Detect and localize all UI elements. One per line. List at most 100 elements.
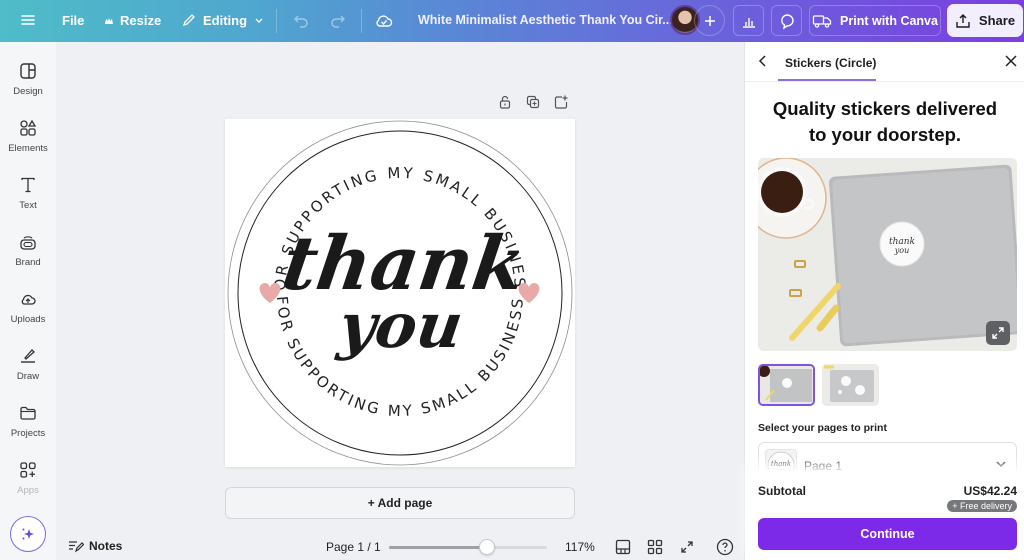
redo-button[interactable] [329,12,347,30]
page-indicator[interactable]: Page 1 / 1 [326,540,381,554]
thank-you-sticker: FOR SUPPORTING MY SMALL BUSINESS FOR SUP… [219,105,573,466]
invite-button[interactable] [694,5,725,36]
shapes-icon [20,119,37,136]
fullscreen-button[interactable] [678,538,696,556]
sidebar-item-uploads[interactable]: Uploads [0,290,56,325]
main-menu-button[interactable] [20,12,36,28]
sidebar-item-label: Apps [17,485,39,496]
text-icon [21,177,35,193]
resize-button[interactable]: Resize [104,13,161,28]
subtotal-label: Subtotal [758,484,806,498]
zoom-slider[interactable] [389,539,547,555]
add-page-button[interactable]: + Add page [225,487,575,519]
back-chevron-icon[interactable] [757,54,769,68]
design-title[interactable]: White Minimalist Aesthetic Thank You Cir… [418,13,673,27]
left-sidebar: Design Elements Text Brand Uploads Draw … [0,42,56,560]
print-panel: Stickers (Circle) Quality stickers deliv… [744,42,1024,560]
file-label: File [62,13,85,28]
print-with-canva-button[interactable]: Print with Canva [809,5,941,36]
sidebar-item-apps[interactable]: Apps [0,461,56,496]
expand-icon [992,327,1004,339]
redo-icon [331,15,345,28]
upload-share-icon [956,13,970,28]
sidebar-item-projects[interactable]: Projects [0,404,56,439]
zoom-level[interactable]: 117% [565,540,595,554]
free-delivery-badge: + Free delivery [947,500,1017,512]
svg-text:you: you [894,246,910,255]
expand-image-button[interactable] [986,321,1010,345]
layout-icon [20,63,36,79]
headline-line-1: Quality stickers delivered [772,98,998,119]
grid-icon [647,539,663,555]
headline-line-2: to your doorstep. [808,124,962,145]
zoom-slider-fill [389,546,487,549]
brand-icon [20,236,36,250]
notes-button[interactable]: Notes [68,539,122,553]
file-menu-button[interactable]: File [62,13,84,28]
notes-label: Notes [89,539,123,553]
close-icon[interactable] [1004,54,1018,68]
tab-stickers-circle[interactable]: Stickers (Circle) [785,56,876,70]
sidebar-item-label: Brand [15,257,41,268]
divider [361,9,362,33]
grid-view-button[interactable] [646,538,664,556]
preview-thumbnail-2[interactable] [822,364,879,406]
crown-icon [105,17,113,24]
expand-icon [681,541,693,553]
editing-mode-dropdown[interactable]: Editing [181,12,265,28]
share-button[interactable]: Share [947,4,1023,37]
share-label: Share [978,13,1016,28]
sidebar-item-label: Text [19,200,37,211]
cloud-upload-icon [21,294,36,305]
add-page-icon[interactable] [554,95,568,109]
bar-chart-icon [742,17,755,28]
duplicate-page-icon[interactable] [526,95,540,109]
truck-icon [812,14,832,28]
help-icon [716,538,734,556]
preview-thumbnail-1[interactable] [758,364,815,406]
design-page[interactable]: FOR SUPPORTING MY SMALL BUSINESS FOR SUP… [219,105,575,467]
sidebar-item-label: Design [13,86,43,97]
undo-button[interactable] [292,12,310,30]
sidebar-item-elements[interactable]: Elements [0,119,56,154]
page-view-button[interactable] [614,538,632,556]
top-bar: File Resize Editing White Minimalist Aes… [0,0,1024,42]
zoom-slider-thumb[interactable] [478,539,495,555]
sidebar-item-label: Draw [16,371,40,382]
cloud-check-icon [376,15,393,27]
sidebar-item-brand[interactable]: Brand [0,233,56,268]
page-toolbar [498,95,568,109]
subtotal-value: US$42.24 [963,484,1017,498]
sparkle-icon [22,528,34,540]
help-button[interactable] [716,538,734,556]
script-you: you [333,289,468,362]
sidebar-item-design[interactable]: Design [0,62,56,97]
lock-icon[interactable] [498,95,512,109]
save-status-button[interactable] [374,11,394,31]
sidebar-item-label: Uploads [10,314,46,325]
notes-icon [69,541,84,553]
editing-label: Editing [203,12,248,28]
plus-icon [704,15,715,26]
sidebar-item-text[interactable]: Text [0,176,56,211]
undo-icon [294,15,308,28]
panel-header: Stickers (Circle) [745,42,1024,82]
hamburger-icon [21,15,35,25]
chevron-down-icon [996,461,1006,468]
sidebar-item-label: Elements [8,143,48,154]
chevron-down-icon [255,18,263,23]
divider [276,9,277,33]
pencil-icon [182,14,195,27]
insights-button[interactable] [733,5,764,36]
sidebar-item-label: Projects [10,428,46,439]
magic-assistant-button[interactable] [10,516,46,552]
svg-text:thank: thank [771,460,791,468]
comment-icon [780,13,794,29]
comments-button[interactable] [771,5,802,36]
sidebar-item-draw[interactable]: Draw [0,347,56,382]
print-label: Print with Canva [840,13,938,28]
pen-icon [21,349,35,363]
continue-button[interactable]: Continue [758,518,1017,550]
panel-headline: Quality stickers delivered to your doors… [745,96,1024,148]
checkout-footer: Subtotal US$42.24 + Free delivery Contin… [745,470,1024,560]
